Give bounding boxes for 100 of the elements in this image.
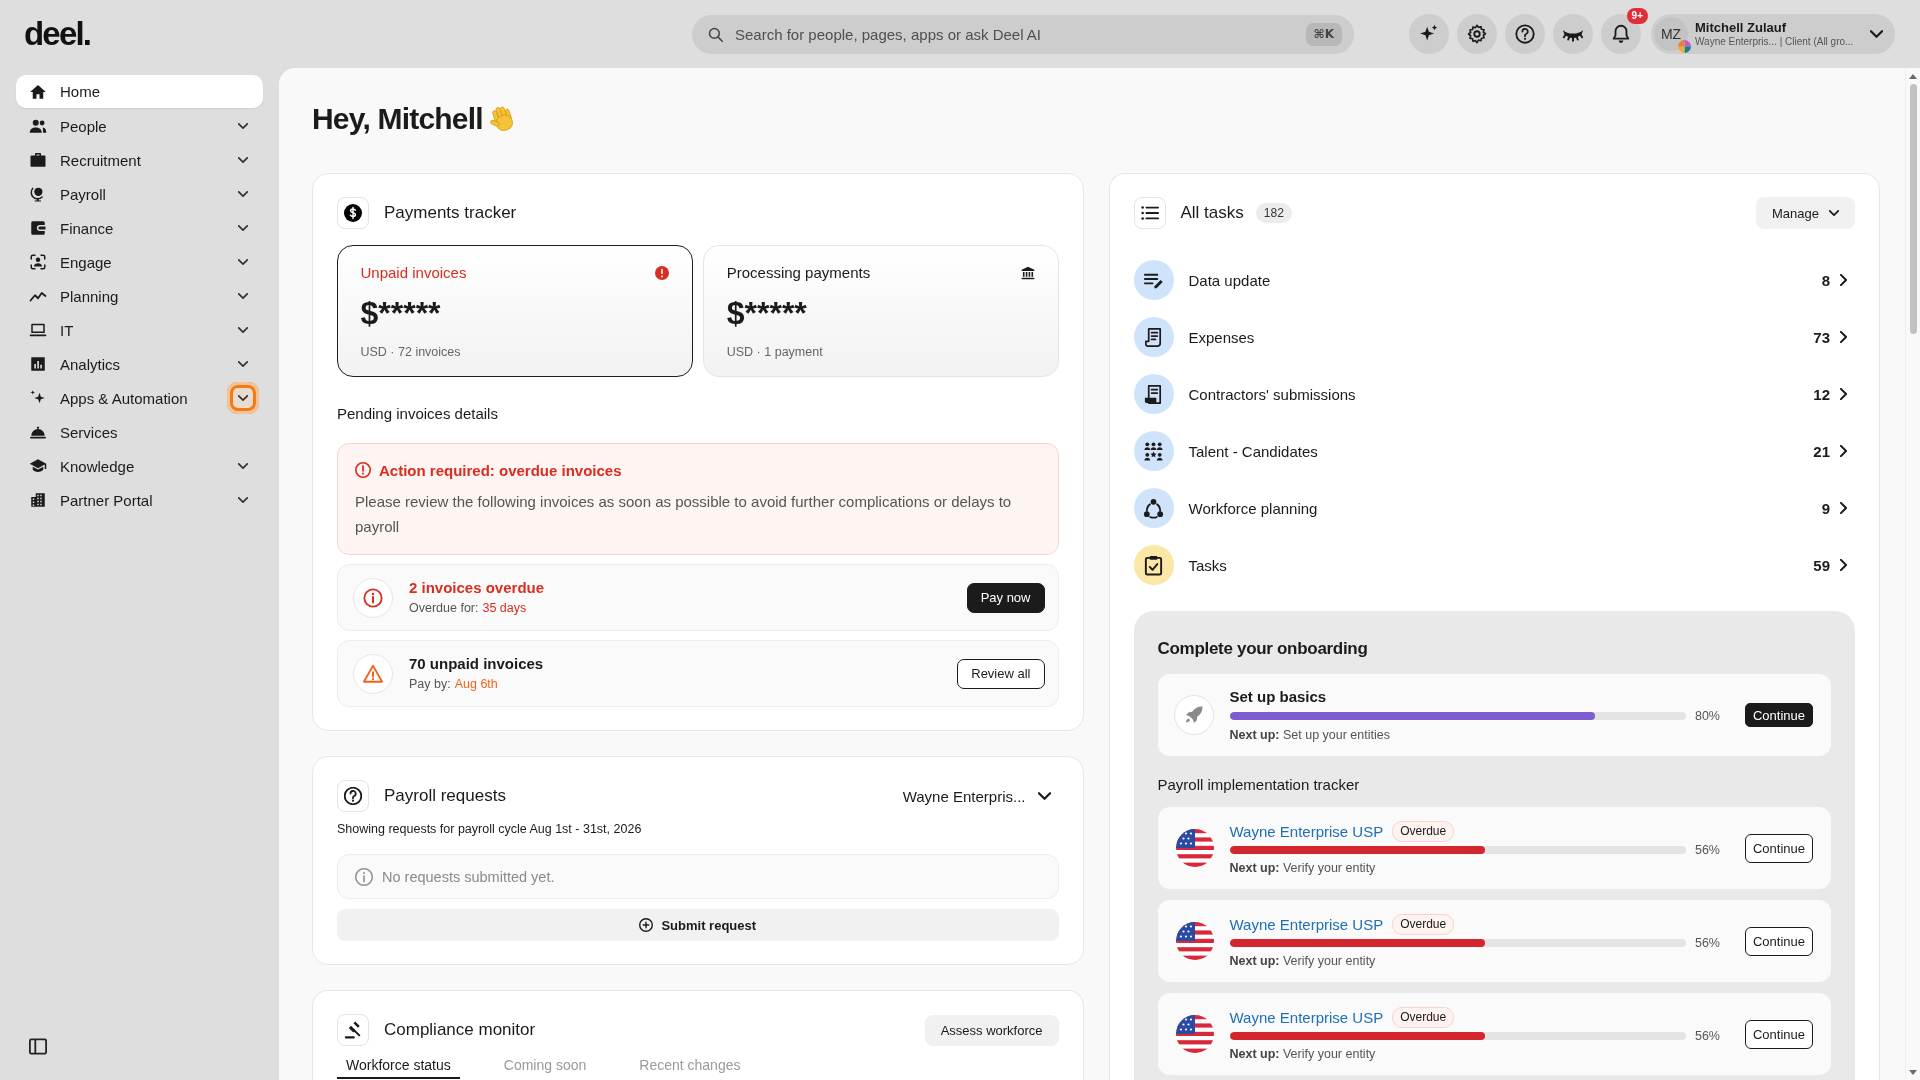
review-all-button[interactable]: Review all bbox=[957, 658, 1045, 689]
settings-icon bbox=[1466, 23, 1488, 45]
tab[interactable]: Workforce status bbox=[337, 1056, 460, 1079]
bell-icon bbox=[1610, 23, 1632, 45]
task-count: 59 bbox=[1813, 556, 1830, 574]
account-menu[interactable]: MZ Mitchell Zulauf Wayne Enterpris... | Client (All gro... bbox=[1651, 14, 1895, 54]
card-title: Payments tracker bbox=[384, 203, 517, 223]
task-count: 9 bbox=[1821, 499, 1830, 517]
continue-button[interactable]: Continue bbox=[1744, 703, 1813, 727]
sidebar-item[interactable]: Engage bbox=[16, 245, 263, 279]
sidebar-item[interactable]: Finance bbox=[16, 211, 263, 245]
deel-logo[interactable]: deel. bbox=[24, 16, 91, 52]
entity-link[interactable]: Wayne Enterprise USP bbox=[1229, 1008, 1384, 1026]
task-row[interactable]: Data update 8 bbox=[1133, 256, 1855, 304]
sidebar-item[interactable]: Partner Portal bbox=[16, 483, 263, 517]
masked-amount: $***** bbox=[726, 295, 807, 331]
task-row[interactable]: Contractors' submissions 12 bbox=[1133, 370, 1855, 418]
task-row[interactable]: Tasks 59 bbox=[1133, 541, 1855, 589]
chevron-down-icon[interactable] bbox=[238, 497, 248, 503]
us-flag-icon bbox=[1175, 1015, 1214, 1053]
home-icon bbox=[29, 82, 47, 101]
sidebar-toggle-icon[interactable] bbox=[29, 1038, 47, 1055]
chevron-down-icon bbox=[238, 395, 248, 401]
scrollbar-thumb[interactable] bbox=[1909, 84, 1917, 334]
plus-circle-icon bbox=[639, 918, 654, 932]
chevron-down-icon[interactable] bbox=[238, 463, 248, 469]
invoice-title: 2 invoices overdue bbox=[409, 579, 545, 597]
continue-button[interactable]: Continue bbox=[1744, 833, 1813, 863]
sidebar-item[interactable]: Planning bbox=[16, 279, 263, 313]
buildings-icon bbox=[29, 491, 47, 509]
pay-now-button[interactable]: Pay now bbox=[966, 582, 1045, 613]
warning-icon bbox=[353, 653, 393, 694]
continue-button[interactable]: Continue bbox=[1744, 1019, 1813, 1049]
progress-percent: 56% bbox=[1694, 936, 1721, 950]
sidebar-item[interactable]: Recruitment bbox=[16, 143, 263, 177]
chevron-right-icon bbox=[1840, 331, 1847, 343]
chevron-down-icon[interactable] bbox=[238, 293, 248, 299]
alert-icon bbox=[655, 265, 670, 280]
sidebar-item[interactable]: Payroll bbox=[16, 177, 263, 211]
task-count: 21 bbox=[1813, 442, 1830, 460]
list-icon bbox=[1133, 197, 1166, 229]
due-label: Pay by: bbox=[409, 676, 451, 692]
masked-amount: $***** bbox=[360, 294, 441, 331]
entity-link[interactable]: Wayne Enterprise USP bbox=[1229, 915, 1384, 933]
sidebar-item[interactable]: IT bbox=[16, 313, 263, 347]
task-label: Contractors' submissions bbox=[1188, 385, 1356, 403]
us-flag-icon bbox=[1175, 829, 1214, 867]
wallet-icon bbox=[29, 219, 47, 237]
entity-dropdown[interactable]: Wayne Enterpris... bbox=[902, 787, 1059, 805]
summary-tile[interactable]: Processing payments $***** USD · 1 payment bbox=[702, 245, 1059, 377]
notification-badge: 9+ bbox=[1626, 8, 1648, 24]
next-step-text: Next up: Verify your entity bbox=[1229, 1046, 1376, 1062]
submit-request-button[interactable]: Submit request bbox=[337, 909, 1059, 941]
assess-workforce-button[interactable]: Assess workforce bbox=[924, 1014, 1059, 1046]
account-subtitle: Wayne Enterpris... | Client (All gro... bbox=[1695, 35, 1854, 48]
chevron-down-icon[interactable] bbox=[238, 191, 248, 197]
empty-message: No requests submitted yet. bbox=[382, 868, 555, 885]
user-name: Mitchell Zulauf bbox=[1695, 20, 1786, 35]
help-button[interactable] bbox=[1505, 14, 1545, 54]
scroll-up-icon[interactable] bbox=[1909, 74, 1917, 79]
task-row[interactable]: Expenses 73 bbox=[1133, 313, 1855, 361]
settings-button[interactable] bbox=[1457, 14, 1497, 54]
sidebar-item[interactable]: Knowledge bbox=[16, 449, 263, 483]
summary-tile[interactable]: Unpaid invoices $***** USD · 72 invoices bbox=[337, 245, 693, 377]
entity-link[interactable]: Wayne Enterprise USP bbox=[1229, 822, 1384, 840]
task-label: Data update bbox=[1188, 271, 1271, 289]
continue-button[interactable]: Continue bbox=[1744, 926, 1813, 956]
sidebar-item[interactable]: Analytics bbox=[16, 347, 263, 381]
privacy-button[interactable] bbox=[1553, 14, 1593, 54]
briefcase-icon bbox=[29, 151, 47, 169]
sidebar-item[interactable]: Apps & Automation bbox=[16, 381, 263, 415]
card-title: Compliance monitor bbox=[384, 1020, 536, 1040]
next-step-text: Next up: Verify your entity bbox=[1229, 953, 1376, 969]
task-row[interactable]: Workforce planning 9 bbox=[1133, 484, 1855, 532]
chevron-right-icon bbox=[1840, 274, 1847, 286]
sidebar-item[interactable]: People bbox=[16, 109, 263, 143]
chevron-down-icon[interactable] bbox=[238, 157, 248, 163]
color-wheel-icon bbox=[1678, 40, 1691, 53]
bank-icon bbox=[1020, 266, 1035, 280]
sidebar-item[interactable]: Services bbox=[16, 415, 263, 449]
step-title: Set up basics bbox=[1229, 687, 1327, 707]
task-count: 12 bbox=[1813, 385, 1830, 403]
chevron-down-icon[interactable] bbox=[238, 259, 248, 265]
section-title: Complete your onboarding bbox=[1157, 638, 1368, 660]
due-value: 35 days bbox=[482, 600, 527, 616]
next-step-text: Next up: Verify your entity bbox=[1229, 860, 1376, 876]
sidebar-item[interactable]: Home bbox=[16, 75, 263, 108]
chevron-down-icon[interactable] bbox=[238, 123, 248, 129]
scroll-down-icon[interactable] bbox=[1909, 1070, 1917, 1075]
person-frame-icon bbox=[29, 253, 47, 271]
alert-icon bbox=[355, 462, 371, 478]
chevron-down-icon[interactable] bbox=[238, 225, 248, 231]
expand-button[interactable] bbox=[227, 382, 259, 414]
chevron-down-icon[interactable] bbox=[238, 361, 248, 367]
tile-title: Processing payments bbox=[726, 263, 871, 283]
manage-button[interactable]: Manage bbox=[1756, 197, 1855, 229]
chevron-down-icon[interactable] bbox=[238, 327, 248, 333]
task-row[interactable]: Talent - Candidates 21 bbox=[1133, 427, 1855, 475]
status-badge: Overdue bbox=[1392, 820, 1455, 842]
ai-assistant-button[interactable] bbox=[1409, 14, 1449, 54]
